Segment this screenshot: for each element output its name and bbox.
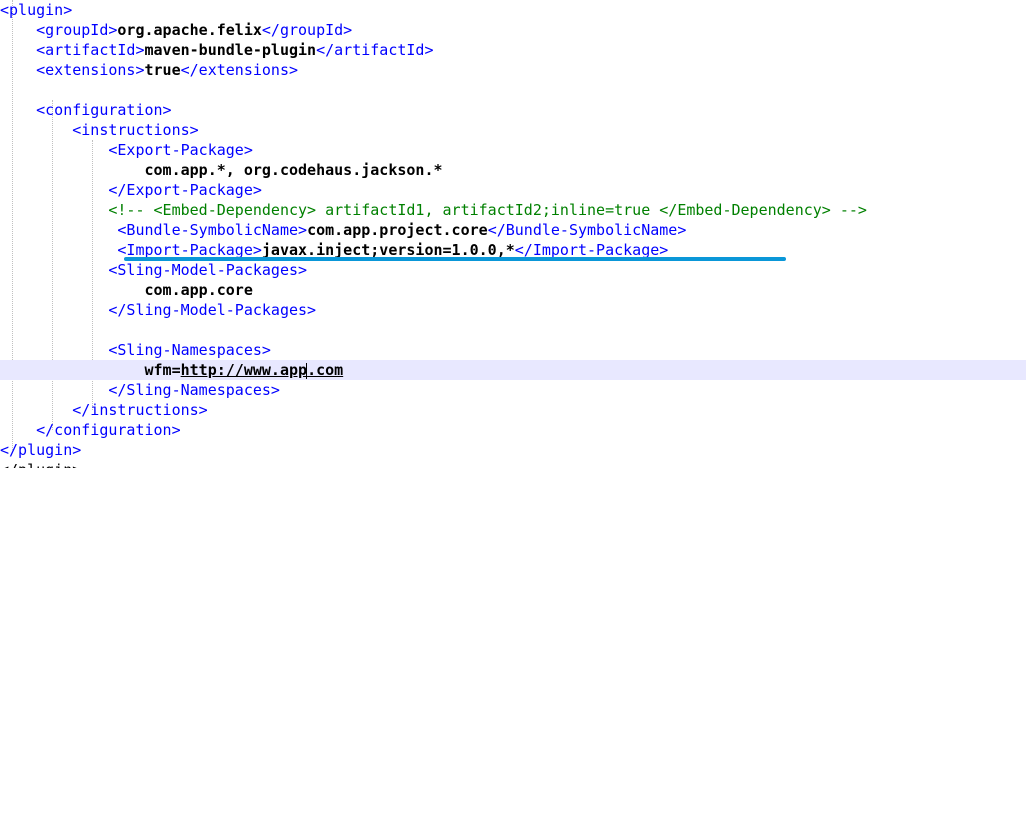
xml-tag: <extensions> [36,61,145,79]
partially-visible-line: </plugin> [0,460,80,468]
element-value: com.app.core [144,281,253,299]
code-line[interactable]: </Sling-Model-Packages> [0,300,1026,320]
xml-tag: </artifactId> [316,41,434,59]
code-line[interactable]: <instructions> [0,120,1026,140]
code-line[interactable]: </configuration> [0,420,1026,440]
element-value: com.app.*, org.codehaus.jackson.* [144,161,443,179]
url-text: .com [307,361,344,379]
xml-tag: <Sling-Namespaces> [108,341,271,359]
element-value: com.app.project.core [307,221,488,239]
xml-tag: </Export-Package> [108,181,262,199]
element-value: true [144,61,181,79]
xml-tag: </instructions> [72,401,208,419]
code-line[interactable]: <plugin> [0,0,1026,20]
code-line[interactable]: <Sling-Namespaces> [0,340,1026,360]
xml-comment: <!-- <Embed-Dependency> artifactId1, art… [108,201,867,219]
code-line[interactable]: <Export-Package> [0,140,1026,160]
element-value: wfm= [144,361,181,379]
url-text: http://www.app [180,361,308,379]
xml-tag: <instructions> [72,121,199,139]
code-line[interactable]: wfm=http://www.app.com [0,360,1026,380]
code-line[interactable]: </Export-Package> [0,180,1026,200]
code-line[interactable]: </plugin> [0,440,1026,460]
xml-tag: <Bundle-SymbolicName> [117,221,308,239]
code-line[interactable]: <extensions>true</extensions> [0,60,1026,80]
xml-tag: <configuration> [36,101,172,119]
code-line[interactable]: </instructions> [0,400,1026,420]
xml-tag: </Sling-Model-Packages> [108,301,317,319]
code-line[interactable]: </Sling-Namespaces> [0,380,1026,400]
annotation-underline [124,257,786,261]
xml-tag: <artifactId> [36,41,145,59]
xml-tag: </Bundle-SymbolicName> [487,221,687,239]
xml-tag: <Export-Package> [108,141,253,159]
code-line[interactable] [0,80,1026,100]
xml-tag: </Sling-Namespaces> [108,381,280,399]
code-line[interactable]: com.app.core [0,280,1026,300]
xml-tag: </configuration> [36,421,181,439]
code-editor[interactable]: <plugin> <groupId>org.apache.felix</grou… [0,0,1026,818]
code-line[interactable]: <Sling-Model-Packages> [0,260,1026,280]
code-line[interactable]: com.app.*, org.codehaus.jackson.* [0,160,1026,180]
element-value: org.apache.felix [117,21,262,39]
code-line[interactable]: <Bundle-SymbolicName>com.app.project.cor… [0,220,1026,240]
xml-tag: <plugin> [0,1,73,19]
xml-tag: </groupId> [261,21,353,39]
xml-tag: </plugin> [0,441,82,459]
code-line[interactable]: <groupId>org.apache.felix</groupId> [0,20,1026,40]
code-line[interactable]: <!-- <Embed-Dependency> artifactId1, art… [0,200,1026,220]
xml-tag: </extensions> [180,61,299,79]
code-line[interactable]: <configuration> [0,100,1026,120]
code-line[interactable] [0,320,1026,340]
code-line[interactable]: <artifactId>maven-bundle-plugin</artifac… [0,40,1026,60]
xml-tag: <groupId> [36,21,118,39]
element-value: maven-bundle-plugin [144,41,317,59]
xml-tag: <Sling-Model-Packages> [108,261,308,279]
